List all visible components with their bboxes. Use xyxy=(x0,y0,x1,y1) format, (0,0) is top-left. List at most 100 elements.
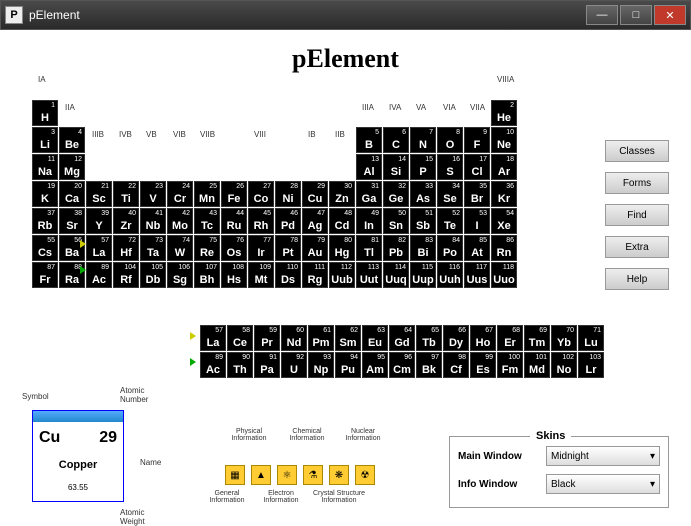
element-cell-Sm[interactable]: 62Sm xyxy=(335,325,361,351)
element-cell-At[interactable]: 85At xyxy=(464,235,490,261)
element-cell-Md[interactable]: 101Md xyxy=(524,352,550,378)
element-cell-Ru[interactable]: 44Ru xyxy=(221,208,247,234)
element-cell-Bk[interactable]: 97Bk xyxy=(416,352,442,378)
element-cell-Fe[interactable]: 26Fe xyxy=(221,181,247,207)
element-cell-Db[interactable]: 105Db xyxy=(140,262,166,288)
element-cell-Sn[interactable]: 50Sn xyxy=(383,208,409,234)
element-cell-Zr[interactable]: 40Zr xyxy=(113,208,139,234)
element-cell-Be[interactable]: 4Be xyxy=(59,127,85,153)
info-icon-3[interactable]: ⚗ xyxy=(303,465,323,485)
element-cell-Bi[interactable]: 83Bi xyxy=(410,235,436,261)
element-cell-Lr[interactable]: 103Lr xyxy=(578,352,604,378)
element-cell-Sg[interactable]: 106Sg xyxy=(167,262,193,288)
element-cell-Uut[interactable]: 113Uut xyxy=(356,262,382,288)
element-cell-Ir[interactable]: 77Ir xyxy=(248,235,274,261)
element-cell-Nd[interactable]: 60Nd xyxy=(281,325,307,351)
element-cell-In[interactable]: 49In xyxy=(356,208,382,234)
element-cell-Ni[interactable]: 28Ni xyxy=(275,181,301,207)
close-button[interactable]: ✕ xyxy=(654,5,686,25)
element-cell-Sc[interactable]: 21Sc xyxy=(86,181,112,207)
element-cell-W[interactable]: 74W xyxy=(167,235,193,261)
element-cell-S[interactable]: 16S xyxy=(437,154,463,180)
element-cell-Si[interactable]: 14Si xyxy=(383,154,409,180)
element-cell-Ca[interactable]: 20Ca xyxy=(59,181,85,207)
element-cell-Mg[interactable]: 12Mg xyxy=(59,154,85,180)
element-cell-He[interactable]: 2He xyxy=(491,100,517,126)
element-cell-Ga[interactable]: 31Ga xyxy=(356,181,382,207)
element-cell-Tl[interactable]: 81Tl xyxy=(356,235,382,261)
titlebar[interactable]: P pElement — □ ✕ xyxy=(0,0,691,30)
element-cell-Es[interactable]: 99Es xyxy=(470,352,496,378)
element-cell-Np[interactable]: 93Np xyxy=(308,352,334,378)
info-icon-2[interactable]: ⚛ xyxy=(277,465,297,485)
element-cell-C[interactable]: 6C xyxy=(383,127,409,153)
element-cell-Cs[interactable]: 55Cs xyxy=(32,235,58,261)
element-cell-Pt[interactable]: 78Pt xyxy=(275,235,301,261)
element-cell-Os[interactable]: 76Os xyxy=(221,235,247,261)
element-cell-Uus[interactable]: 117Uus xyxy=(464,262,490,288)
element-cell-Th[interactable]: 90Th xyxy=(227,352,253,378)
element-cell-Fr[interactable]: 87Fr xyxy=(32,262,58,288)
element-cell-O[interactable]: 8O xyxy=(437,127,463,153)
element-cell-Ba[interactable]: 56Ba xyxy=(59,235,85,261)
element-cell-Tc[interactable]: 43Tc xyxy=(194,208,220,234)
element-cell-B[interactable]: 5B xyxy=(356,127,382,153)
element-cell-Mn[interactable]: 25Mn xyxy=(194,181,220,207)
element-cell-P[interactable]: 15P xyxy=(410,154,436,180)
element-cell-No[interactable]: 102No xyxy=(551,352,577,378)
element-cell-Mo[interactable]: 42Mo xyxy=(167,208,193,234)
element-cell-V[interactable]: 23V xyxy=(140,181,166,207)
element-cell-Xe[interactable]: 54Xe xyxy=(491,208,517,234)
element-cell-Bh[interactable]: 107Bh xyxy=(194,262,220,288)
element-cell-Rf[interactable]: 104Rf xyxy=(113,262,139,288)
element-cell-Au[interactable]: 79Au xyxy=(302,235,328,261)
element-cell-Po[interactable]: 84Po xyxy=(437,235,463,261)
info-icon-1[interactable]: ▲ xyxy=(251,465,271,485)
info-window-select[interactable]: Black▾ xyxy=(546,474,660,494)
element-cell-Y[interactable]: 39Y xyxy=(86,208,112,234)
forms-button[interactable]: Forms xyxy=(605,172,669,194)
element-cell-Uup[interactable]: 115Uup xyxy=(410,262,436,288)
element-cell-Fm[interactable]: 100Fm xyxy=(497,352,523,378)
element-cell-Rb[interactable]: 37Rb xyxy=(32,208,58,234)
element-cell-La[interactable]: 57La xyxy=(86,235,112,261)
element-cell-Ag[interactable]: 47Ag xyxy=(302,208,328,234)
element-cell-Ac[interactable]: 89Ac xyxy=(200,352,226,378)
element-cell-Rg[interactable]: 111Rg xyxy=(302,262,328,288)
maximize-button[interactable]: □ xyxy=(620,5,652,25)
element-cell-Br[interactable]: 35Br xyxy=(464,181,490,207)
element-cell-N[interactable]: 7N xyxy=(410,127,436,153)
element-cell-Sb[interactable]: 51Sb xyxy=(410,208,436,234)
minimize-button[interactable]: — xyxy=(586,5,618,25)
element-cell-Pd[interactable]: 46Pd xyxy=(275,208,301,234)
element-cell-Pm[interactable]: 61Pm xyxy=(308,325,334,351)
info-icon-0[interactable]: ▦ xyxy=(225,465,245,485)
element-cell-K[interactable]: 19K xyxy=(32,181,58,207)
element-cell-Pu[interactable]: 94Pu xyxy=(335,352,361,378)
element-cell-Ce[interactable]: 58Ce xyxy=(227,325,253,351)
element-cell-F[interactable]: 9F xyxy=(464,127,490,153)
element-cell-Pb[interactable]: 82Pb xyxy=(383,235,409,261)
element-cell-Ge[interactable]: 32Ge xyxy=(383,181,409,207)
element-cell-Cd[interactable]: 48Cd xyxy=(329,208,355,234)
element-cell-Cu[interactable]: 29Cu xyxy=(302,181,328,207)
element-cell-Pr[interactable]: 59Pr xyxy=(254,325,280,351)
element-cell-Cf[interactable]: 98Cf xyxy=(443,352,469,378)
element-cell-Ti[interactable]: 22Ti xyxy=(113,181,139,207)
element-cell-Hs[interactable]: 108Hs xyxy=(221,262,247,288)
element-cell-Kr[interactable]: 36Kr xyxy=(491,181,517,207)
info-icon-4[interactable]: ❋ xyxy=(329,465,349,485)
element-cell-Re[interactable]: 75Re xyxy=(194,235,220,261)
element-cell-Te[interactable]: 52Te xyxy=(437,208,463,234)
element-cell-Ar[interactable]: 18Ar xyxy=(491,154,517,180)
element-cell-La[interactable]: 57La xyxy=(200,325,226,351)
element-cell-Hg[interactable]: 80Hg xyxy=(329,235,355,261)
find-button[interactable]: Find xyxy=(605,204,669,226)
element-cell-Cm[interactable]: 96Cm xyxy=(389,352,415,378)
element-cell-Er[interactable]: 68Er xyxy=(497,325,523,351)
element-cell-Ds[interactable]: 110Ds xyxy=(275,262,301,288)
info-icon-5[interactable]: ☢ xyxy=(355,465,375,485)
element-cell-Mt[interactable]: 109Mt xyxy=(248,262,274,288)
element-cell-Ho[interactable]: 67Ho xyxy=(470,325,496,351)
main-window-select[interactable]: Midnight▾ xyxy=(546,446,660,466)
